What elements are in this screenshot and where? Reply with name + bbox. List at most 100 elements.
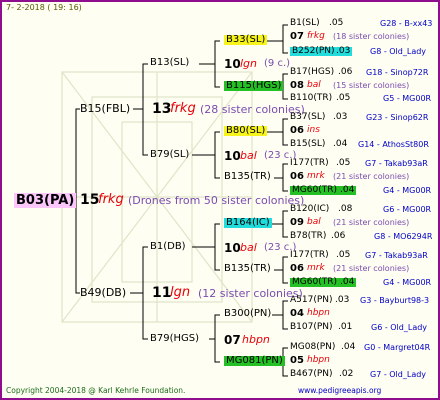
ancestor-sire-reference: G6 - MG00R <box>383 205 432 214</box>
ancestor-sire-year: .05 <box>336 158 351 168</box>
great-grandparent-colony: B135(TR) <box>224 263 271 274</box>
ancestor-sire-year: .08 <box>338 204 353 214</box>
copyright-notice: Copyright 2004-2018 @ Karl Kehrle Founda… <box>6 386 186 395</box>
ancestor-dam-reference: G14 - AthosSt80R <box>358 140 429 149</box>
parent-drone-count: 13 <box>152 101 172 117</box>
root-subspecies: frkg <box>98 192 124 207</box>
ancestor-drone-count: 04 <box>290 308 304 319</box>
parent-subspecies: frkg <box>170 101 196 116</box>
grandparent-colony: B1(DB) <box>150 241 186 252</box>
ancestor-dam: MG60(TR) <box>290 277 339 287</box>
grandparent-subspecies: lgn <box>240 57 258 70</box>
great-grandparent-colony: B80(SL) <box>224 125 268 136</box>
ancestor-dam-reference: G8 - MO6294R <box>374 232 433 241</box>
great-grandparent-colony: B135(TR) <box>224 171 271 182</box>
ancestor-dam: B78(TR) <box>290 231 327 241</box>
ancestor-dam: B252(PN) <box>290 46 337 56</box>
parent-sister-note: (12 sister colonies) <box>198 287 303 300</box>
root-sister-note: (Drones from 50 sister colonies) <box>128 194 305 207</box>
ancestor-drone-count: 06 <box>290 171 304 182</box>
ancestor-dam-year: .04 <box>338 277 357 287</box>
grandparent-sister-note: (9 c.) <box>264 58 291 69</box>
ancestor-dam-reference: G8 - Old_Lady <box>370 47 427 56</box>
ancestor-sire: B37(SL) <box>290 112 326 122</box>
ancestor-sister-note: (15 sister colonies) <box>333 81 410 90</box>
ancestor-drone-count: 06 <box>290 125 304 136</box>
grandparent-subspecies: hbpn <box>242 333 270 346</box>
grandparent-drone-count: 10 <box>224 241 241 255</box>
parent-colony: B49(DB) <box>80 286 127 299</box>
ancestor-sire: B120(IC) <box>290 204 330 214</box>
grandparent-drone-count: 07 <box>224 333 241 347</box>
ancestor-dam: MG60(TR) <box>290 185 339 195</box>
ancestor-drone-count: 08 <box>290 80 304 91</box>
ancestor-sire-year: .03 <box>333 112 348 122</box>
ancestor-sire-reference: G28 - B-xx43 <box>380 19 433 28</box>
ancestor-dam: B15(SL) <box>290 139 326 149</box>
ancestor-dam-year: .06 <box>331 231 346 241</box>
parent-drone-count: 11 <box>152 285 172 301</box>
ancestor-dam-reference: G4 - MG00R <box>383 278 432 287</box>
ancestor-sire-year: .03 <box>335 295 350 305</box>
ancestor-drone-count: 05 <box>290 355 304 366</box>
ancestor-sister-note: (21 sister colonies) <box>333 264 410 273</box>
grandparent-drone-count: 10 <box>224 57 241 71</box>
ancestor-dam-year: .02 <box>339 369 354 379</box>
ancestor-sire-reference: G7 - Takab93aR <box>365 159 428 168</box>
ancestor-subspecies: ins <box>307 125 320 135</box>
grandparent-subspecies: bal <box>240 149 257 162</box>
ancestor-drone-count: 07 <box>290 31 304 42</box>
great-grandparent-colony: B164(IC) <box>224 217 272 228</box>
ancestor-dam: B110(TR) <box>290 93 333 103</box>
ancestor-dam-reference: G6 - Old_Lady <box>371 323 428 332</box>
grandparent-colony: B79(HGS) <box>150 333 200 344</box>
ancestor-subspecies: hbpn <box>307 355 330 365</box>
ancestor-sire: B17(HGS) <box>290 67 335 77</box>
ancestor-dam-year: .04 <box>338 185 357 195</box>
ancestor-dam: B107(PN) <box>290 322 333 332</box>
ancestor-dam-reference: G4 - MG00R <box>383 186 432 195</box>
ancestor-sister-note: (21 sister colonies) <box>333 218 410 227</box>
ancestor-sire-reference: G7 - Takab93aR <box>365 251 428 260</box>
root-colony: B03(PA) <box>14 193 77 208</box>
ancestor-subspecies: mrk <box>307 263 325 273</box>
ancestor-sister-note: (18 sister colonies) <box>333 32 410 41</box>
ancestor-sire-year: .06 <box>338 67 353 77</box>
ancestor-sire: MG08(PN) <box>290 342 336 352</box>
ancestor-sire-year: .05 <box>336 250 351 260</box>
grandparent-colony: B13(SL) <box>150 57 190 68</box>
ancestor-sire-reference: G3 - Bayburt98-3 <box>360 296 430 305</box>
root-drone-count: 15 <box>80 192 100 208</box>
ancestor-sire-year: .04 <box>341 342 356 352</box>
ancestor-dam-reference: G5 - MG00R <box>383 94 432 103</box>
ancestor-sire-reference: G23 - Sinop62R <box>366 113 429 122</box>
ancestor-sister-note: (21 sister colonies) <box>333 172 410 181</box>
ancestor-dam-year: .05 <box>336 93 351 103</box>
great-grandparent-colony: MG081(PN) <box>224 355 285 366</box>
ancestor-sire: I177(TR) <box>290 158 329 168</box>
ancestor-sire-reference: G18 - Sinop72R <box>366 68 429 77</box>
ancestor-subspecies: bal <box>307 80 321 90</box>
ancestor-drone-count: 06 <box>290 263 304 274</box>
ancestor-dam-year: .04 <box>333 139 348 149</box>
ancestor-dam: B467(PN) <box>290 369 333 379</box>
great-grandparent-colony: B115(HGS) <box>224 80 284 91</box>
grandparent-drone-count: 10 <box>224 149 241 163</box>
ancestor-sire-year: .05 <box>329 18 344 28</box>
ancestor-dam-reference: G7 - Old_Lady <box>370 370 427 379</box>
ancestor-sire-reference: G0 - Margret04R <box>364 343 431 352</box>
parent-subspecies: lgn <box>170 285 191 300</box>
ancestor-subspecies: mrk <box>307 171 325 181</box>
ancestor-sire: A517(PN) <box>290 295 333 305</box>
pedigree-frame: 7- 2-2018 ( 19: 16) B03(PA) 15 frkg (Dro… <box>0 0 440 400</box>
website-link[interactable]: www.pedigreeapis.org <box>298 387 381 395</box>
ancestor-drone-count: 09 <box>290 217 304 228</box>
great-grandparent-colony: B33(SL) <box>224 34 268 45</box>
ancestor-subspecies: hbpn <box>307 308 330 318</box>
ancestor-dam-year: .01 <box>338 322 353 332</box>
ancestor-sire: I177(TR) <box>290 250 329 260</box>
ancestor-dam-year: .03 <box>334 46 353 56</box>
grandparent-colony: B79(SL) <box>150 149 190 160</box>
parent-colony: B15(FBL) <box>80 102 131 115</box>
great-grandparent-colony: B300(PN) <box>224 308 272 319</box>
